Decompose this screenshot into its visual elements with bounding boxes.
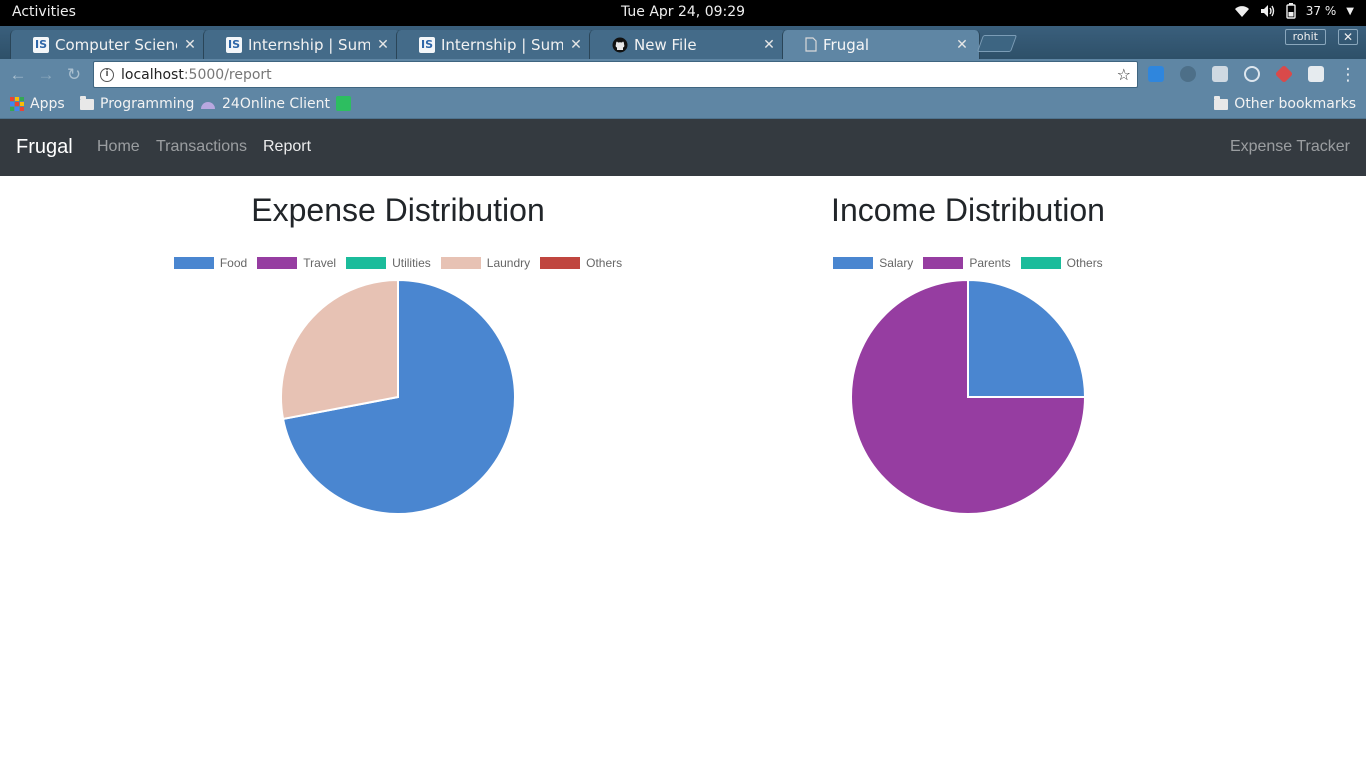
is-icon: IS: [33, 36, 49, 53]
nav-home[interactable]: Home: [97, 138, 140, 156]
nav-expense-tracker[interactable]: Expense Tracker: [1230, 138, 1350, 156]
extension-trello-icon[interactable]: [1148, 66, 1164, 82]
folder-icon: [1214, 95, 1229, 110]
close-tab-icon[interactable]: ✕: [569, 37, 583, 53]
bookmark-apps[interactable]: Apps: [10, 96, 65, 112]
expense-pie-chart[interactable]: [113, 176, 683, 536]
nav-transactions[interactable]: Transactions: [156, 138, 247, 156]
24online-icon: [201, 102, 215, 109]
extension-pocket-icon[interactable]: [1274, 64, 1294, 84]
tab-computer-science[interactable]: IS Computer Science In ✕: [10, 30, 208, 59]
extension-bulb-icon[interactable]: [1244, 66, 1260, 82]
tab-frugal[interactable]: Frugal ✕: [782, 30, 980, 59]
expense-chart-panel: Expense Distribution Food Travel Utilities…: [113, 176, 683, 536]
is-icon: IS: [226, 36, 242, 53]
battery-percent: 37 %: [1305, 4, 1337, 18]
is-icon: IS: [419, 36, 435, 53]
close-tab-icon[interactable]: ✕: [376, 37, 390, 53]
close-tab-icon[interactable]: ✕: [955, 37, 969, 53]
folder-icon: [80, 95, 94, 110]
extension-evernote-icon[interactable]: [1180, 66, 1196, 82]
extension-camera-icon[interactable]: [1308, 66, 1324, 82]
clock[interactable]: Tue Apr 24, 09:29: [621, 4, 745, 20]
profile-button[interactable]: rohit: [1284, 29, 1326, 45]
brand-link[interactable]: Frugal: [16, 136, 73, 159]
nav-report[interactable]: Report: [263, 138, 311, 156]
income-pie-chart[interactable]: [683, 176, 1253, 536]
wifi-icon: [1234, 6, 1249, 17]
pie-slice-laundry[interactable]: [280, 278, 399, 421]
bookmark-evernote[interactable]: [336, 96, 351, 111]
system-tray[interactable]: 37 % ▼: [1234, 3, 1354, 19]
pie-slice-salary[interactable]: [967, 278, 1087, 398]
volume-icon: [1260, 5, 1274, 17]
tab-internship-1[interactable]: IS Internship | Summer ✕: [203, 30, 401, 59]
bookmark-programming[interactable]: Programming: [80, 95, 194, 112]
battery-icon: [1286, 3, 1296, 19]
tab-internship-2[interactable]: IS Internship | Summer ✕: [396, 30, 594, 59]
info-icon[interactable]: i: [100, 67, 114, 82]
reload-icon[interactable]: ↻: [64, 65, 84, 85]
extension-chat-icon[interactable]: [1212, 66, 1228, 82]
system-menu-arrow-icon: ▼: [1346, 5, 1354, 17]
report-content: Expense Distribution Food Travel Utilities…: [0, 176, 1366, 768]
forward-icon[interactable]: →: [36, 65, 56, 85]
activities-button[interactable]: Activities: [12, 4, 76, 20]
browser-tab-strip: IS Computer Science In ✕ IS Internship |…: [0, 26, 1366, 59]
back-icon[interactable]: ←: [8, 65, 28, 85]
new-tab-button[interactable]: [976, 35, 1018, 52]
tab-new-file[interactable]: New File ✕: [589, 30, 787, 59]
address-bar[interactable]: i localhost:5000/report ☆: [93, 61, 1138, 88]
window-close-button[interactable]: ✕: [1338, 29, 1358, 45]
evernote-icon: [336, 96, 351, 111]
close-tab-icon[interactable]: ✕: [183, 37, 197, 53]
income-chart-panel: Income Distribution Salary Parents Others: [683, 176, 1253, 536]
close-tab-icon[interactable]: ✕: [762, 37, 776, 53]
app-navbar: Frugal Home Transactions Report Expense …: [0, 119, 1366, 176]
url-text[interactable]: localhost:5000/report: [121, 67, 272, 83]
bookmark-other[interactable]: Other bookmarks: [1214, 95, 1356, 112]
apps-grid-icon: [10, 97, 24, 111]
bookmark-star-icon[interactable]: ☆: [1117, 65, 1131, 85]
browser-toolbar: ← → ↻ i localhost:5000/report ☆ ⋮: [0, 59, 1366, 90]
menu-dots-icon[interactable]: ⋮: [1338, 65, 1358, 85]
bookmarks-bar: Apps Programming 24Online Client Other b…: [0, 90, 1366, 119]
page-icon: [805, 37, 817, 52]
github-icon: [612, 37, 628, 52]
system-top-bar: Activities Tue Apr 24, 09:29 37 % ▼: [0, 0, 1366, 26]
bookmark-24online[interactable]: 24Online Client: [200, 96, 330, 112]
